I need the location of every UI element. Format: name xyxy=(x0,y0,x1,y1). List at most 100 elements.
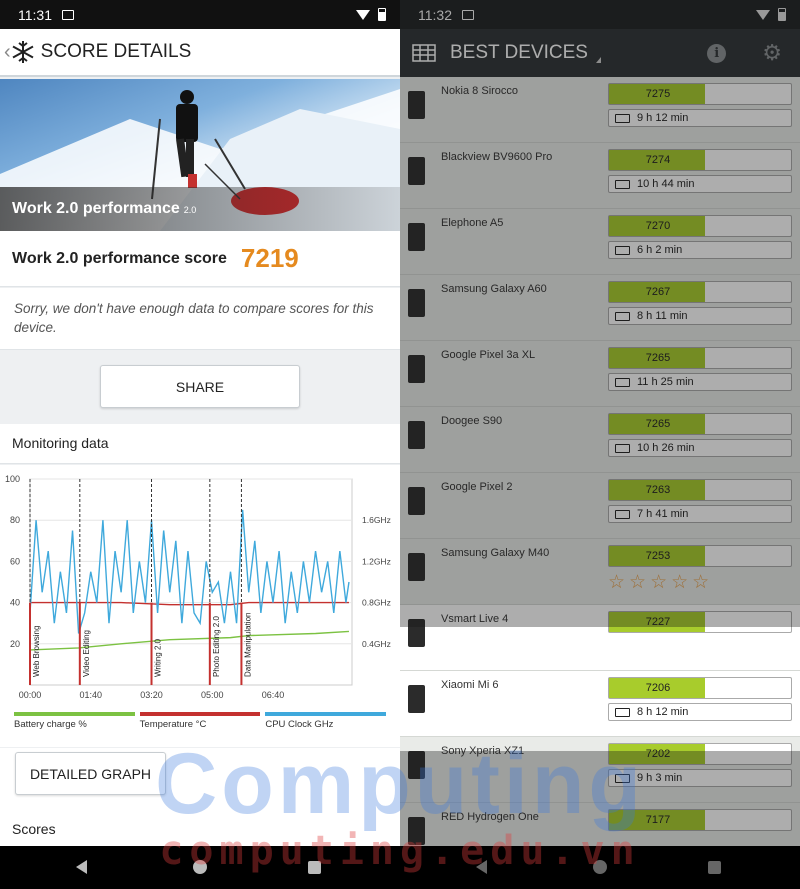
battery-life: 7 h 41 min xyxy=(608,505,792,523)
score-bar: 7275 xyxy=(608,83,792,105)
device-row[interactable]: Google Pixel 2 7263 7 h 41 min xyxy=(400,473,800,539)
battery-life: 11 h 25 min xyxy=(608,373,792,391)
device-thumbnail xyxy=(408,157,425,185)
device-name: Doogee S90 xyxy=(441,415,503,427)
y-tick-label: 60 xyxy=(10,556,20,566)
score-bar: 7263 xyxy=(608,479,792,501)
battery-life: 10 h 44 min xyxy=(608,175,792,193)
marker-label: Web Browsing xyxy=(32,626,41,677)
device-row[interactable]: Sony Xperia XZ1 7202 9 h 3 min xyxy=(400,737,800,803)
device-score: 7267 xyxy=(645,286,671,298)
compare-notice: Sorry, we don't have enough data to comp… xyxy=(0,288,400,350)
detailed-graph-button[interactable]: DETAILED GRAPH xyxy=(15,752,166,795)
detailed-graph-row: DETAILED GRAPH xyxy=(0,748,400,808)
legend-item: Temperature °C xyxy=(139,712,261,730)
marker-label: Photo Editing 2.0 xyxy=(212,616,221,677)
device-row[interactable]: Elephone A5 7270 6 h 2 min xyxy=(400,209,800,275)
legend-item: Battery charge % xyxy=(14,712,135,730)
device-row[interactable]: Vsmart Live 4 7227 xyxy=(400,605,800,671)
share-button[interactable]: SHARE xyxy=(100,365,300,408)
info-icon[interactable]: i xyxy=(707,43,727,63)
gear-icon[interactable]: ⚙ xyxy=(762,40,782,66)
marker-label: Writing 2.0 xyxy=(154,638,163,677)
device-score: 7206 xyxy=(645,682,671,694)
device-name: Nokia 8 Sirocco xyxy=(441,85,519,97)
monitoring-chart-card: 100 80 60 40 20 1.6GHz 1.2GHz 0.8GHz 0.4GHz 00:00… xyxy=(0,465,400,747)
device-name: Sony Xperia XZ1 xyxy=(441,745,525,757)
score-value: 7219 xyxy=(240,243,299,273)
y-tick-label: 100 xyxy=(5,474,20,484)
nav-home-icon[interactable] xyxy=(193,860,207,874)
score-row: Work 2.0 performance score 7219 xyxy=(0,231,400,287)
battery-life: 10 h 26 min xyxy=(608,439,792,457)
device-score: 7275 xyxy=(645,88,671,100)
device-score: 7265 xyxy=(645,418,671,430)
nav-back-icon[interactable] xyxy=(76,860,87,874)
nav-back-icon[interactable] xyxy=(476,860,487,874)
device-thumbnail xyxy=(408,553,425,581)
score-bar: 7265 xyxy=(608,347,792,369)
battery-icon xyxy=(378,8,386,21)
device-row[interactable]: Doogee S90 7265 10 h 26 min xyxy=(400,407,800,473)
marker-label: Data Manipulation xyxy=(243,613,252,677)
image-notification-icon xyxy=(462,9,474,20)
score-bar: 7202 xyxy=(608,743,792,765)
battery-life: 8 h 12 min xyxy=(608,703,792,721)
device-thumbnail xyxy=(408,355,425,383)
device-score: 7270 xyxy=(645,220,671,232)
device-row[interactable]: Nokia 8 Sirocco 7275 9 h 12 min xyxy=(400,77,800,143)
y-tick-label: 40 xyxy=(10,598,20,608)
device-thumbnail xyxy=(408,817,425,845)
score-label: Work 2.0 performance score xyxy=(12,249,227,267)
x-tick-label: 05:00 xyxy=(201,690,224,700)
device-row[interactable]: Samsung Galaxy A60 7267 8 h 11 min xyxy=(400,275,800,341)
battery-life: 6 h 2 min xyxy=(608,241,792,259)
device-name: RED Hydrogen One xyxy=(441,811,539,823)
back-icon[interactable]: ‹ xyxy=(4,41,11,64)
device-thumbnail xyxy=(408,91,425,119)
nav-home-icon[interactable] xyxy=(593,860,607,874)
chart-legend: Battery charge % Temperature °C CPU Clock … xyxy=(14,712,387,730)
scores-title: Scores xyxy=(0,808,400,846)
nav-recents-icon[interactable] xyxy=(308,861,321,874)
device-name: Google Pixel 3a XL xyxy=(441,349,536,361)
device-name: Elephone A5 xyxy=(441,217,504,229)
score-bar: 7265 xyxy=(608,413,792,435)
app-bar: ‹ SCORE DETAILS xyxy=(0,29,400,77)
score-bar: 7267 xyxy=(608,281,792,303)
device-thumbnail xyxy=(408,421,425,449)
monitoring-chart[interactable]: 100 80 60 40 20 1.6GHz 1.2GHz 0.8GHz 0.4GHz 00:00… xyxy=(0,465,400,705)
device-row[interactable]: Blackview BV9600 Pro 7274 10 h 44 min xyxy=(400,143,800,209)
snowflake-logo-icon xyxy=(12,41,34,63)
x-tick-label: 06:40 xyxy=(262,690,285,700)
x-tick-label: 01:40 xyxy=(79,690,102,700)
dropdown-caret-icon[interactable] xyxy=(595,57,601,63)
device-score: 7253 xyxy=(645,550,671,562)
device-thumbnail xyxy=(408,223,425,251)
wifi-icon xyxy=(756,9,770,20)
battery-life: 8 h 11 min xyxy=(608,307,792,325)
device-row[interactable]: Xiaomi Mi 6 7206 8 h 12 min xyxy=(400,671,800,737)
nav-recents-icon[interactable] xyxy=(708,861,721,874)
navigation-bar xyxy=(0,846,800,889)
grid-menu-icon[interactable] xyxy=(412,44,436,62)
score-bar: 7177 xyxy=(608,809,792,831)
wifi-icon xyxy=(356,9,370,20)
device-thumbnail xyxy=(408,751,425,779)
device-score: 7263 xyxy=(645,484,671,496)
y2-tick-label: 0.8GHz xyxy=(362,598,391,608)
score-bar: 7206 xyxy=(608,677,792,699)
status-time: 11:32 xyxy=(418,6,452,23)
device-score: 7227 xyxy=(645,616,671,628)
device-row[interactable]: Samsung Galaxy M40 7253 ☆☆☆☆☆ xyxy=(400,539,800,605)
device-thumbnail xyxy=(408,487,425,515)
rating-stars[interactable]: ☆☆☆☆☆ xyxy=(608,571,713,594)
status-bar: 11:32 xyxy=(400,0,800,29)
score-bar: 7274 xyxy=(608,149,792,171)
device-list[interactable]: Nokia 8 Sirocco 7275 9 h 12 min Blackview B… xyxy=(400,77,800,869)
battery-icon xyxy=(778,8,786,21)
device-row[interactable]: Google Pixel 3a XL 7265 11 h 25 min xyxy=(400,341,800,407)
app-bar: BEST DEVICES i ⚙ xyxy=(400,29,800,77)
battery-life: 9 h 3 min xyxy=(608,769,792,787)
hero-label: Work 2.0 performance 2.0 xyxy=(0,187,400,231)
